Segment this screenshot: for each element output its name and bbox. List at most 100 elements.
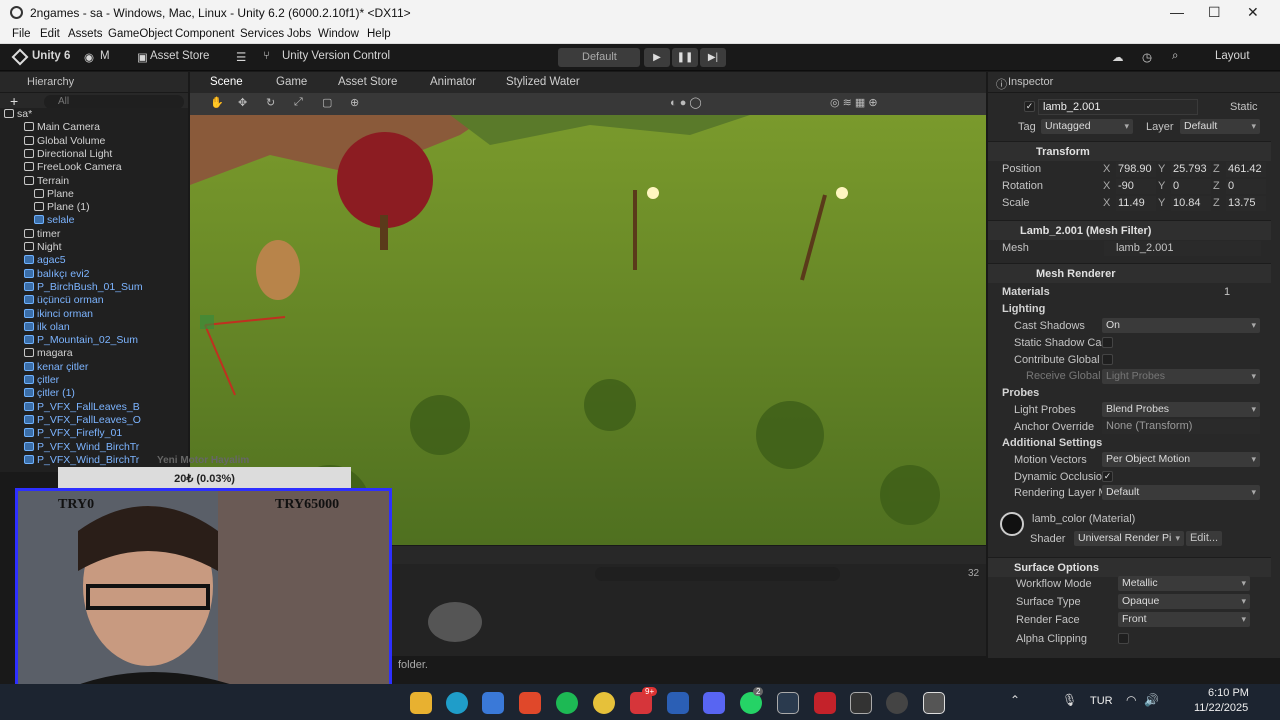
- surface-type-dropdown[interactable]: Opaque: [1118, 594, 1250, 609]
- hierarchy-item[interactable]: Global Volume: [0, 135, 178, 148]
- chrome-icon[interactable]: [593, 692, 615, 714]
- gizmos-icon[interactable]: ◎ ≋ ▦ ⊕: [830, 96, 878, 109]
- cloud-icon[interactable]: ☁: [1112, 50, 1124, 64]
- anchor-override-field[interactable]: None (Transform): [1102, 419, 1260, 434]
- position-z-field[interactable]: 461.42: [1226, 162, 1266, 177]
- project-search-input[interactable]: [595, 567, 840, 581]
- hierarchy-item[interactable]: Night: [0, 241, 178, 254]
- account-button[interactable]: M: [100, 50, 110, 62]
- clock-time[interactable]: 6:10 PM: [1208, 687, 1249, 699]
- language-indicator[interactable]: TUR: [1090, 695, 1113, 707]
- lighting-label[interactable]: Lighting: [1002, 303, 1045, 315]
- menu-services[interactable]: Services: [240, 28, 284, 40]
- hierarchy-item[interactable]: P_VFX_FallLeaves_B: [0, 401, 178, 414]
- render-face-dropdown[interactable]: Front: [1118, 612, 1250, 627]
- hierarchy-item[interactable]: üçüncü orman: [0, 294, 178, 307]
- app-bolt-icon[interactable]: [814, 692, 836, 714]
- file-explorer-icon[interactable]: [410, 692, 432, 714]
- mesh-filter-header[interactable]: Lamb_2.001 (Mesh Filter): [988, 220, 1271, 240]
- scale-z-field[interactable]: 13.75: [1226, 196, 1266, 211]
- move-gizmo-plane[interactable]: [200, 315, 214, 329]
- active-checkbox[interactable]: ✓: [1024, 101, 1035, 112]
- volume-icon[interactable]: 🔊: [1144, 693, 1159, 707]
- hierarchy-item[interactable]: sa*: [0, 108, 178, 121]
- menu-assets[interactable]: Assets: [68, 28, 103, 40]
- shader-dropdown[interactable]: Universal Render Pi: [1074, 531, 1184, 546]
- discord-icon[interactable]: [703, 692, 725, 714]
- pause-button[interactable]: ❚❚: [672, 48, 698, 67]
- hierarchy-item[interactable]: P_VFX_Wind_BirchTr: [0, 441, 178, 454]
- hierarchy-item[interactable]: timer: [0, 228, 178, 241]
- menu-file[interactable]: File: [12, 28, 31, 40]
- materials-label[interactable]: Materials: [1002, 286, 1050, 298]
- layer-dropdown[interactable]: Default: [1180, 119, 1260, 134]
- account-icon[interactable]: ◉: [84, 50, 94, 64]
- unity-editor-icon[interactable]: [923, 692, 945, 714]
- menu-window[interactable]: Window: [318, 28, 359, 40]
- hierarchy-item[interactable]: balıkçı evi2: [0, 268, 178, 281]
- hierarchy-item[interactable]: çitler (1): [0, 387, 178, 400]
- tab-scene[interactable]: Scene: [210, 76, 243, 88]
- edge-icon[interactable]: [446, 692, 468, 714]
- hierarchy-item[interactable]: Terrain: [0, 175, 178, 188]
- motion-vectors-dropdown[interactable]: Per Object Motion: [1102, 452, 1260, 467]
- scale-tool-icon[interactable]: ⤢: [294, 96, 303, 109]
- static-shadow-checkbox[interactable]: [1102, 337, 1113, 348]
- rotation-x-field[interactable]: -90: [1116, 179, 1156, 194]
- tag-dropdown[interactable]: Untagged: [1041, 119, 1133, 134]
- tab-animator[interactable]: Animator: [430, 76, 476, 88]
- cast-shadows-dropdown[interactable]: On: [1102, 318, 1260, 333]
- receive-gi-dropdown[interactable]: Light Probes: [1102, 369, 1260, 384]
- menu-gameobject[interactable]: GameObject: [108, 28, 173, 40]
- search-icon[interactable]: ⌕: [1172, 50, 1178, 63]
- maximize-icon[interactable]: ☐: [1208, 4, 1221, 21]
- app-blue-icon[interactable]: [667, 692, 689, 714]
- unity-version-label[interactable]: Unity 6: [32, 50, 70, 62]
- hierarchy-item[interactable]: FreeLook Camera: [0, 161, 178, 174]
- wifi-icon[interactable]: ◠: [1126, 693, 1136, 707]
- tab-game[interactable]: Game: [276, 76, 307, 88]
- spotify-icon[interactable]: [556, 692, 578, 714]
- menu-jobs[interactable]: Jobs: [287, 28, 311, 40]
- rotation-y-field[interactable]: 0: [1171, 179, 1211, 194]
- microphone-icon[interactable]: 🎙: [1062, 693, 1077, 707]
- github-icon[interactable]: [886, 692, 908, 714]
- scale-y-field[interactable]: 10.84: [1171, 196, 1211, 211]
- close-icon[interactable]: ✕: [1247, 4, 1259, 21]
- layout-button[interactable]: Layout: [1215, 50, 1250, 62]
- workflow-dropdown[interactable]: Metallic: [1118, 576, 1250, 591]
- rotation-z-field[interactable]: 0: [1226, 179, 1266, 194]
- transform-header[interactable]: Transform: [988, 141, 1271, 161]
- brave-icon[interactable]: [519, 692, 541, 714]
- static-toggle[interactable]: Static: [1230, 101, 1258, 113]
- material-thumbnail[interactable]: [428, 602, 482, 642]
- hierarchy-item[interactable]: kenar çitler: [0, 361, 178, 374]
- shading-mode-icon[interactable]: ◐ ● ◯: [670, 96, 702, 109]
- menu-help[interactable]: Help: [367, 28, 391, 40]
- store-icon[interactable]: [482, 692, 504, 714]
- contribute-gi-checkbox[interactable]: [1102, 354, 1113, 365]
- add-icon[interactable]: +: [10, 93, 18, 109]
- hierarchy-item[interactable]: P_Mountain_02_Sum: [0, 334, 178, 347]
- hierarchy-item[interactable]: P_VFX_FallLeaves_O: [0, 414, 178, 427]
- hierarchy-item[interactable]: P_VFX_Firefly_01: [0, 427, 178, 440]
- move-tool-icon[interactable]: ✥: [238, 96, 247, 109]
- additional-settings-label[interactable]: Additional Settings: [1002, 437, 1102, 449]
- hierarchy-tab[interactable]: Hierarchy: [27, 76, 74, 88]
- surface-options-header[interactable]: Surface Options: [988, 557, 1271, 577]
- hierarchy-search-input[interactable]: All: [44, 95, 184, 109]
- step-button[interactable]: ▶|: [700, 48, 726, 67]
- menu-list-icon[interactable]: ☰: [236, 50, 246, 64]
- version-control-button[interactable]: Unity Version Control: [282, 50, 390, 62]
- position-x-field[interactable]: 798.90: [1116, 162, 1156, 177]
- unity-hub-icon[interactable]: [850, 692, 872, 714]
- hierarchy-item[interactable]: agac5: [0, 254, 178, 267]
- view-tool-icon[interactable]: ✋: [210, 96, 224, 109]
- object-name-field[interactable]: lamb_2.001: [1038, 99, 1198, 115]
- mesh-renderer-header[interactable]: Mesh Renderer: [988, 263, 1271, 283]
- mesh-field[interactable]: lamb_2.001: [1104, 241, 1261, 256]
- material-title[interactable]: lamb_color (Material): [1032, 513, 1135, 525]
- hierarchy-item[interactable]: selale: [0, 214, 178, 227]
- steam-icon[interactable]: [777, 692, 799, 714]
- layout-dropdown[interactable]: Default: [558, 48, 640, 67]
